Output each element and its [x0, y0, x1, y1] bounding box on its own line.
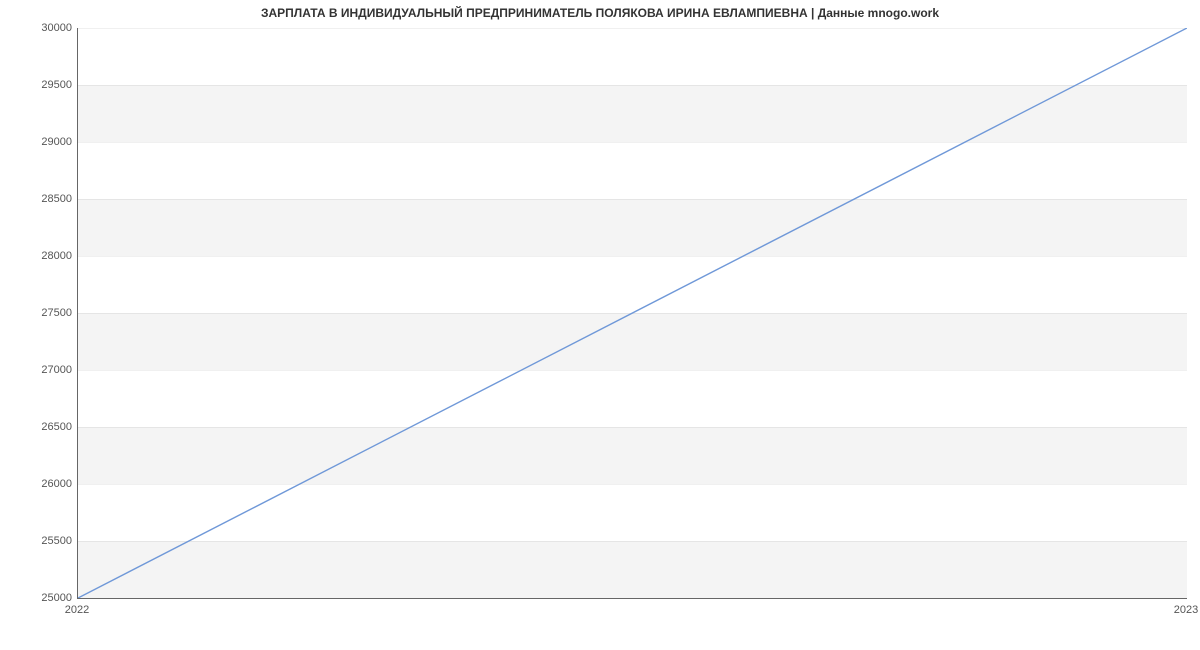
y-gridline	[78, 199, 1187, 200]
y-tick-label: 26000	[2, 478, 72, 490]
plot-band	[78, 484, 1187, 541]
y-tick-label: 29500	[2, 79, 72, 91]
y-tick-label: 25500	[2, 535, 72, 547]
y-tick-label: 29000	[2, 136, 72, 148]
y-gridline	[78, 142, 1187, 143]
y-tick-label: 27500	[2, 307, 72, 319]
y-gridline	[78, 256, 1187, 257]
y-gridline	[78, 370, 1187, 371]
y-gridline	[78, 427, 1187, 428]
plot-band	[78, 256, 1187, 313]
y-gridline	[78, 313, 1187, 314]
chart-title: ЗАРПЛАТА В ИНДИВИДУАЛЬНЫЙ ПРЕДПРИНИМАТЕЛ…	[0, 6, 1200, 20]
x-tick-label: 2023	[1174, 604, 1198, 616]
y-tick-label: 30000	[2, 22, 72, 34]
x-tick-label: 2022	[65, 604, 89, 616]
y-gridline	[78, 541, 1187, 542]
plot-area	[77, 28, 1187, 599]
y-tick-label: 26500	[2, 421, 72, 433]
chart-container: ЗАРПЛАТА В ИНДИВИДУАЛЬНЫЙ ПРЕДПРИНИМАТЕЛ…	[0, 0, 1200, 650]
y-tick-label: 27000	[2, 364, 72, 376]
plot-band	[78, 28, 1187, 85]
plot-band	[78, 142, 1187, 199]
y-tick-label: 25000	[2, 592, 72, 604]
plot-band	[78, 370, 1187, 427]
y-gridline	[78, 484, 1187, 485]
y-gridline	[78, 28, 1187, 29]
y-tick-label: 28500	[2, 193, 72, 205]
y-gridline	[78, 85, 1187, 86]
y-tick-label: 28000	[2, 250, 72, 262]
